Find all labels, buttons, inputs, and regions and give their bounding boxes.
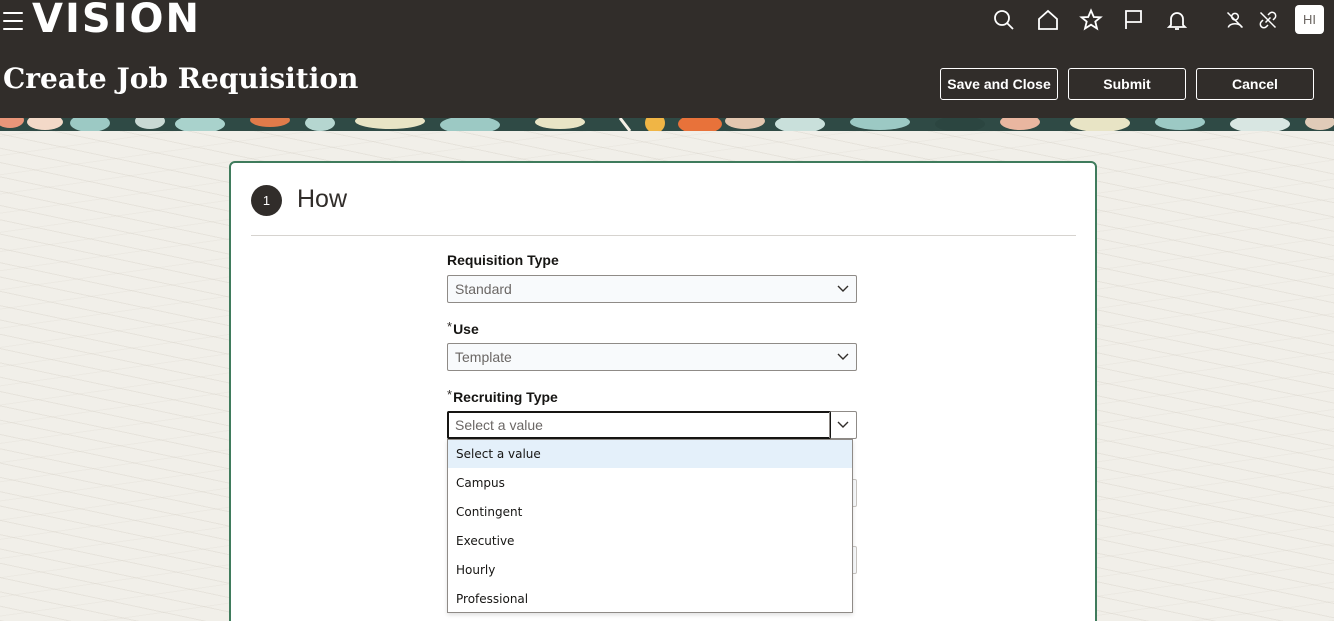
- step-number-badge: 1: [251, 185, 282, 216]
- requisition-type-label: Requisition Type: [447, 252, 559, 268]
- chevron-down-icon[interactable]: [829, 276, 856, 302]
- dropdown-option-hourly[interactable]: Hourly: [448, 555, 852, 584]
- user-avatar[interactable]: HI: [1295, 5, 1324, 34]
- dropdown-option-campus[interactable]: Campus: [448, 468, 852, 497]
- recruiting-type-dropdown-list: Select a value Campus Contingent Executi…: [447, 439, 853, 613]
- save-and-close-button[interactable]: Save and Close: [940, 68, 1058, 100]
- dropdown-option-executive[interactable]: Executive: [448, 526, 852, 555]
- required-asterisk: *: [447, 387, 453, 402]
- step-title: How: [297, 185, 348, 213]
- app-header: VISION HI Create Job Requisition Save an…: [0, 0, 1334, 120]
- focus-ring: [447, 411, 831, 439]
- use-value: Template: [455, 349, 512, 365]
- link-off-icon[interactable]: [1254, 6, 1282, 34]
- requisition-type-select[interactable]: Standard: [447, 275, 857, 303]
- app-logo[interactable]: VISION: [32, 0, 201, 42]
- requisition-type-value: Standard: [455, 281, 512, 297]
- dropdown-option-contingent[interactable]: Contingent: [448, 497, 852, 526]
- hamburger-menu-icon[interactable]: [3, 12, 23, 30]
- star-icon[interactable]: [1077, 6, 1105, 34]
- dropdown-option-select-a-value[interactable]: Select a value: [448, 440, 852, 468]
- cancel-button[interactable]: Cancel: [1196, 68, 1314, 100]
- home-icon[interactable]: [1034, 6, 1062, 34]
- page-title: Create Job Requisition: [3, 62, 359, 95]
- flag-icon[interactable]: [1120, 6, 1148, 34]
- decorative-banner: [0, 118, 1334, 131]
- person-off-icon[interactable]: [1221, 6, 1249, 34]
- chevron-down-icon[interactable]: [829, 344, 856, 370]
- search-icon[interactable]: [990, 6, 1018, 34]
- divider: [251, 235, 1076, 236]
- required-asterisk: *: [447, 319, 453, 334]
- use-label: *Use: [447, 319, 479, 337]
- bell-icon[interactable]: [1163, 6, 1191, 34]
- submit-button[interactable]: Submit: [1068, 68, 1186, 100]
- dropdown-option-professional[interactable]: Professional: [448, 584, 852, 613]
- recruiting-type-label: *Recruiting Type: [447, 387, 558, 405]
- use-select[interactable]: Template: [447, 343, 857, 371]
- recruiting-type-select[interactable]: Select a value: [447, 411, 857, 439]
- chevron-down-icon[interactable]: [829, 412, 856, 438]
